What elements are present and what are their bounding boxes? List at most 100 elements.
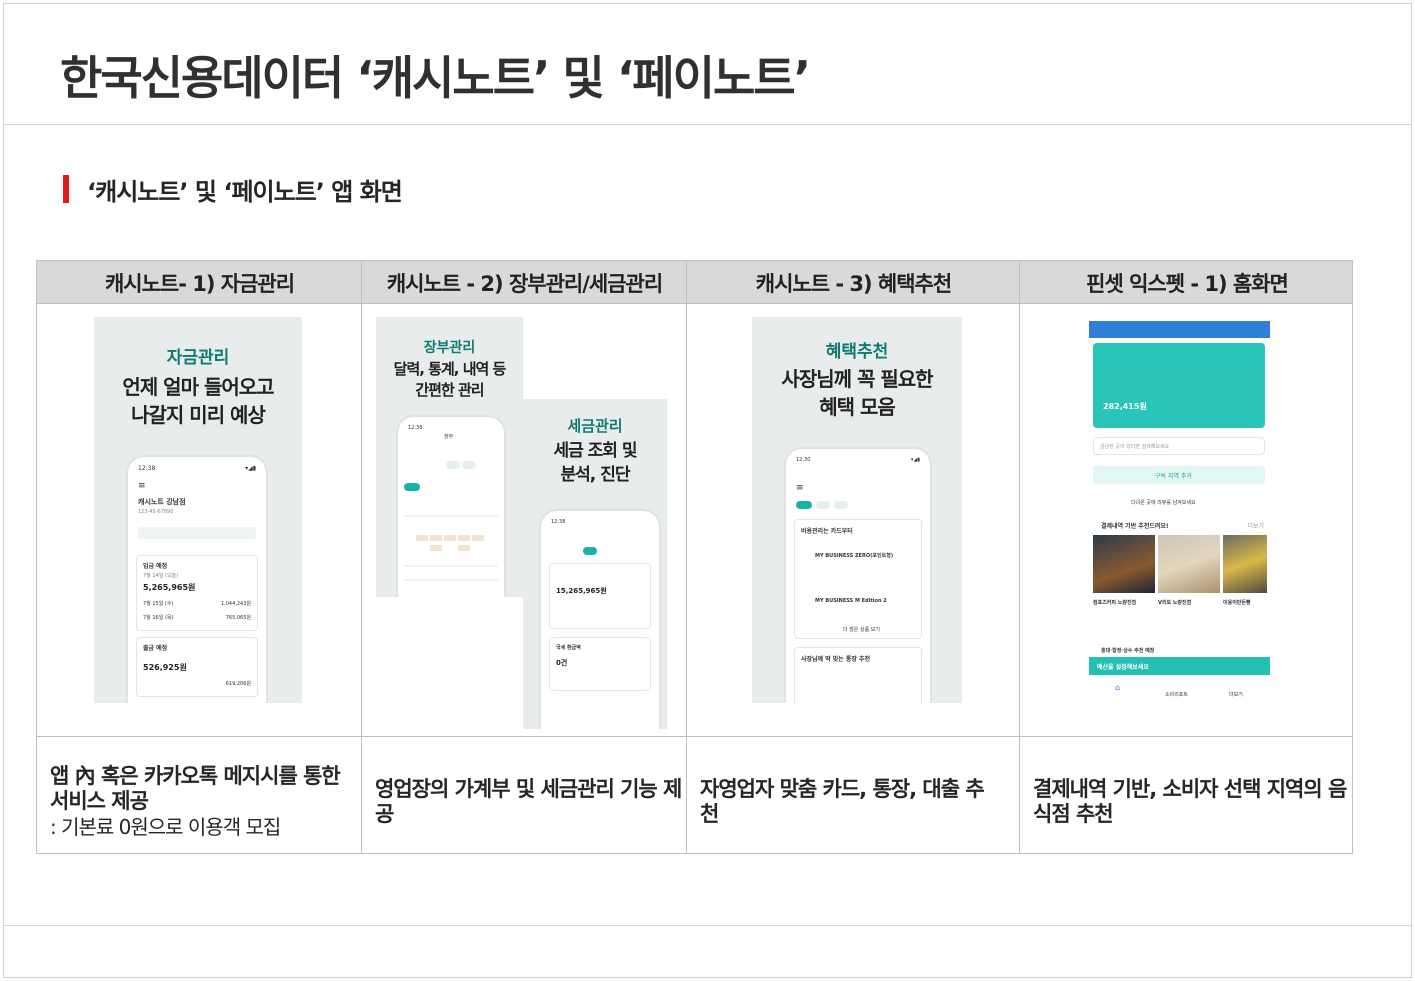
- description-cell-4: 결제내역 기반, 소비자 선택 지역의 음식점 추천: [1020, 752, 1354, 852]
- section-accent-bar: [63, 175, 69, 203]
- nav-more[interactable]: 더보기: [1229, 691, 1243, 698]
- tax-screenshot: 세금관리 세금 조회 및 분석, 진단 12:38 15,265,965원 국세…: [523, 399, 667, 729]
- place-name-2: V리또 노량진점: [1158, 600, 1192, 606]
- row-divider: [37, 736, 1352, 737]
- description-main: 자영업자 맞춤 카드, 통장, 대출 추천: [700, 777, 985, 826]
- income-row2-amount: 765,065원: [225, 615, 251, 621]
- ledger-headline-2: 간편한 관리: [415, 381, 484, 399]
- fund-screenshot: 자금관리 언제 얼마 들어오고 나갈지 미리 예상 12:38 ▾◢▮ ≡ 캐시…: [94, 317, 302, 703]
- benefit-label: 혜택추천: [825, 342, 889, 362]
- ledger-screenshot: 장부관리 달력, 통계, 내역 등 간편한 관리 12:38 장부: [376, 317, 523, 597]
- fund-phone: 12:38 ▾◢▮ ≡ 캐시노트 강남점 123-45-67890 입금 예정 …: [128, 457, 266, 703]
- income-label: 입금 예정: [143, 563, 168, 570]
- ledger-tab: 장부: [444, 434, 454, 440]
- filter-pill-active: [404, 483, 420, 491]
- status-icons: ▾◢▮: [245, 465, 256, 472]
- fund-headline-1: 언제 얼마 들어오고: [122, 375, 274, 399]
- slide: 한국신용데이터 ‘캐시노트’ 및 ‘페이노트’ ‘캐시노트’ 및 ‘페이노트’ …: [3, 3, 1412, 978]
- place-name-3: 이웅이만든빵: [1223, 600, 1251, 606]
- benefit-headline-1: 사장님께 꼭 필요한: [781, 367, 933, 391]
- header-cell-4: 핀셋 익스펫 - 1) 홈화면: [1086, 271, 1289, 296]
- header-cell-2: 캐시노트 - 2) 장부관리/세금관리: [386, 271, 663, 296]
- store-name: 캐시노트 강남점: [138, 498, 186, 506]
- filter-pill: [462, 461, 476, 469]
- card-recommend-panel: 비용관리는 카드부터 MY BUSINESS ZERO(포인트형) MY BUS…: [794, 519, 922, 639]
- calendar-cell: [430, 535, 442, 541]
- income-amount: 5,265,965원: [143, 583, 196, 592]
- income-row2-date: 7월 16일 (목): [143, 615, 174, 621]
- finset-search-input[interactable]: 궁금한 곳이 있다면 검색해보세요: [1093, 437, 1265, 455]
- description-sub: : 기본료 0원으로 이용객 모집: [50, 815, 281, 839]
- place-photo-1[interactable]: [1093, 535, 1155, 593]
- refund-value: 0건: [556, 659, 568, 667]
- card-item-1: MY BUSINESS ZERO(포인트형): [815, 553, 894, 559]
- tax-label: 세금관리: [567, 417, 623, 435]
- income-row1-date: 7월 15일 (수): [143, 601, 174, 607]
- income-card: 입금 예정 7월 14일 (오늘) 5,265,965원 7월 15일 (수) …: [136, 555, 258, 631]
- description-cell-3: 자영업자 맞춤 카드, 통장, 대출 추천: [687, 752, 987, 852]
- benefit-headline-2: 혜택 모음: [819, 395, 896, 419]
- add-region-button[interactable]: 구독 지역 추가: [1093, 466, 1265, 484]
- finset-search-placeholder: 궁금한 곳이 있다면 검색해보세요: [1100, 444, 1170, 450]
- benefit-tab: [816, 501, 830, 509]
- ledger-headline-1: 달력, 통계, 내역 등: [393, 360, 507, 378]
- calendar-row: [404, 515, 498, 517]
- card-panel-title: 비용관리는 카드부터: [801, 528, 853, 535]
- fund-label: 자금관리: [166, 348, 230, 368]
- tax-card: 15,265,965원: [549, 563, 651, 629]
- tax-headline-1: 세금 조회 및: [553, 441, 637, 461]
- place-photo-3[interactable]: [1223, 535, 1267, 593]
- calendar-cell: [444, 535, 456, 541]
- title-band: 한국신용데이터 ‘캐시노트’ 및 ‘페이노트’: [4, 4, 1411, 125]
- place-photo-2[interactable]: [1158, 535, 1220, 593]
- calendar-cell: [430, 545, 442, 551]
- budget-banner-text: 예산을 설정해보세요: [1097, 664, 1149, 671]
- finset-balance: 282,415원: [1103, 402, 1147, 411]
- menu-icon: ≡: [138, 481, 146, 491]
- calendar-row: [404, 565, 498, 567]
- benefit-tab: [834, 501, 848, 509]
- outgoing-card: 출금 예정 526,925원 619,206원: [136, 637, 258, 697]
- recommend-title: 결제내역 기반 추천드려요!: [1101, 523, 1169, 530]
- status-time: 12:38: [408, 425, 423, 431]
- calendar-cell: [458, 535, 470, 541]
- outgoing-amount-2: 619,206원: [225, 681, 251, 687]
- quick-menu: [138, 527, 256, 539]
- status-time: 12:38: [551, 519, 566, 525]
- region-title: 홍대·합정·상수 추천 예정: [1101, 648, 1155, 654]
- fund-headline-2: 나갈지 미리 예상: [131, 403, 266, 427]
- ledger-label: 장부관리: [423, 340, 476, 356]
- nav-report[interactable]: 소비리포트: [1165, 691, 1188, 698]
- description-main: 앱 內 혹은 카카오톡 메지시를 통한 서비스 제공: [50, 764, 341, 813]
- status-time: 12:38: [138, 465, 156, 472]
- filter-pill: [446, 461, 460, 469]
- table-header-row: 캐시노트- 1) 자금관리 캐시노트 - 2) 장부관리/세금관리 캐시노트 -…: [37, 261, 1352, 304]
- app-screens-table: 캐시노트- 1) 자금관리 캐시노트 - 2) 장부관리/세금관리 캐시노트 -…: [36, 260, 1353, 854]
- tax-amount: 15,265,965원: [556, 587, 607, 595]
- more-products-link[interactable]: 더 많은 상품 보기: [843, 626, 880, 633]
- header-cell-3: 캐시노트 - 3) 혜택추천: [755, 271, 952, 296]
- finset-status-bar: [1089, 321, 1270, 338]
- section-title: ‘캐시노트’ 및 ‘페이노트’ 앱 화면: [87, 177, 403, 206]
- menu-icon: ≡: [796, 483, 804, 493]
- calendar-cell: [458, 545, 470, 551]
- description-cell-2: 영업장의 가계부 및 세금관리 기능 제공: [362, 752, 686, 852]
- benefit-phone: 12:30 ▾◢▮ ≡ 비용관리는 카드부터 MY BUSINESS ZERO(…: [786, 449, 930, 703]
- finset-hero-card: 282,415원: [1093, 343, 1265, 428]
- description-main: 영업장의 가계부 및 세금관리 기능 제공: [375, 777, 682, 826]
- section-heading: ‘캐시노트’ 및 ‘페이노트’ 앱 화면: [63, 174, 403, 206]
- refund-label: 국세 환급액: [556, 645, 581, 651]
- income-row1-amount: 1,044,243원: [220, 601, 251, 607]
- refund-card: 국세 환급액 0건: [549, 637, 651, 691]
- store-number: 123-45-67890: [138, 509, 174, 515]
- budget-banner[interactable]: 예산을 설정해보세요: [1089, 657, 1270, 675]
- add-region-label: 구독 지역 추가: [1155, 473, 1192, 480]
- review-prompt: 다녀온 곳에 리뷰를 남겨보세요: [1131, 500, 1196, 506]
- home-icon[interactable]: ⌂: [1115, 683, 1120, 692]
- finset-screenshot: 282,415원 궁금한 곳이 있다면 검색해보세요 구독 지역 추가 다녀온 …: [1089, 321, 1270, 701]
- tax-tab-active: [583, 547, 597, 555]
- status-icons: ▾◢▮: [910, 457, 920, 463]
- recommend-more-link[interactable]: 더보기: [1247, 521, 1264, 530]
- description-main: 결제내역 기반, 소비자 선택 지역의 음식점 추천: [1033, 777, 1347, 826]
- header-cell-1: 캐시노트- 1) 자금관리: [104, 271, 295, 296]
